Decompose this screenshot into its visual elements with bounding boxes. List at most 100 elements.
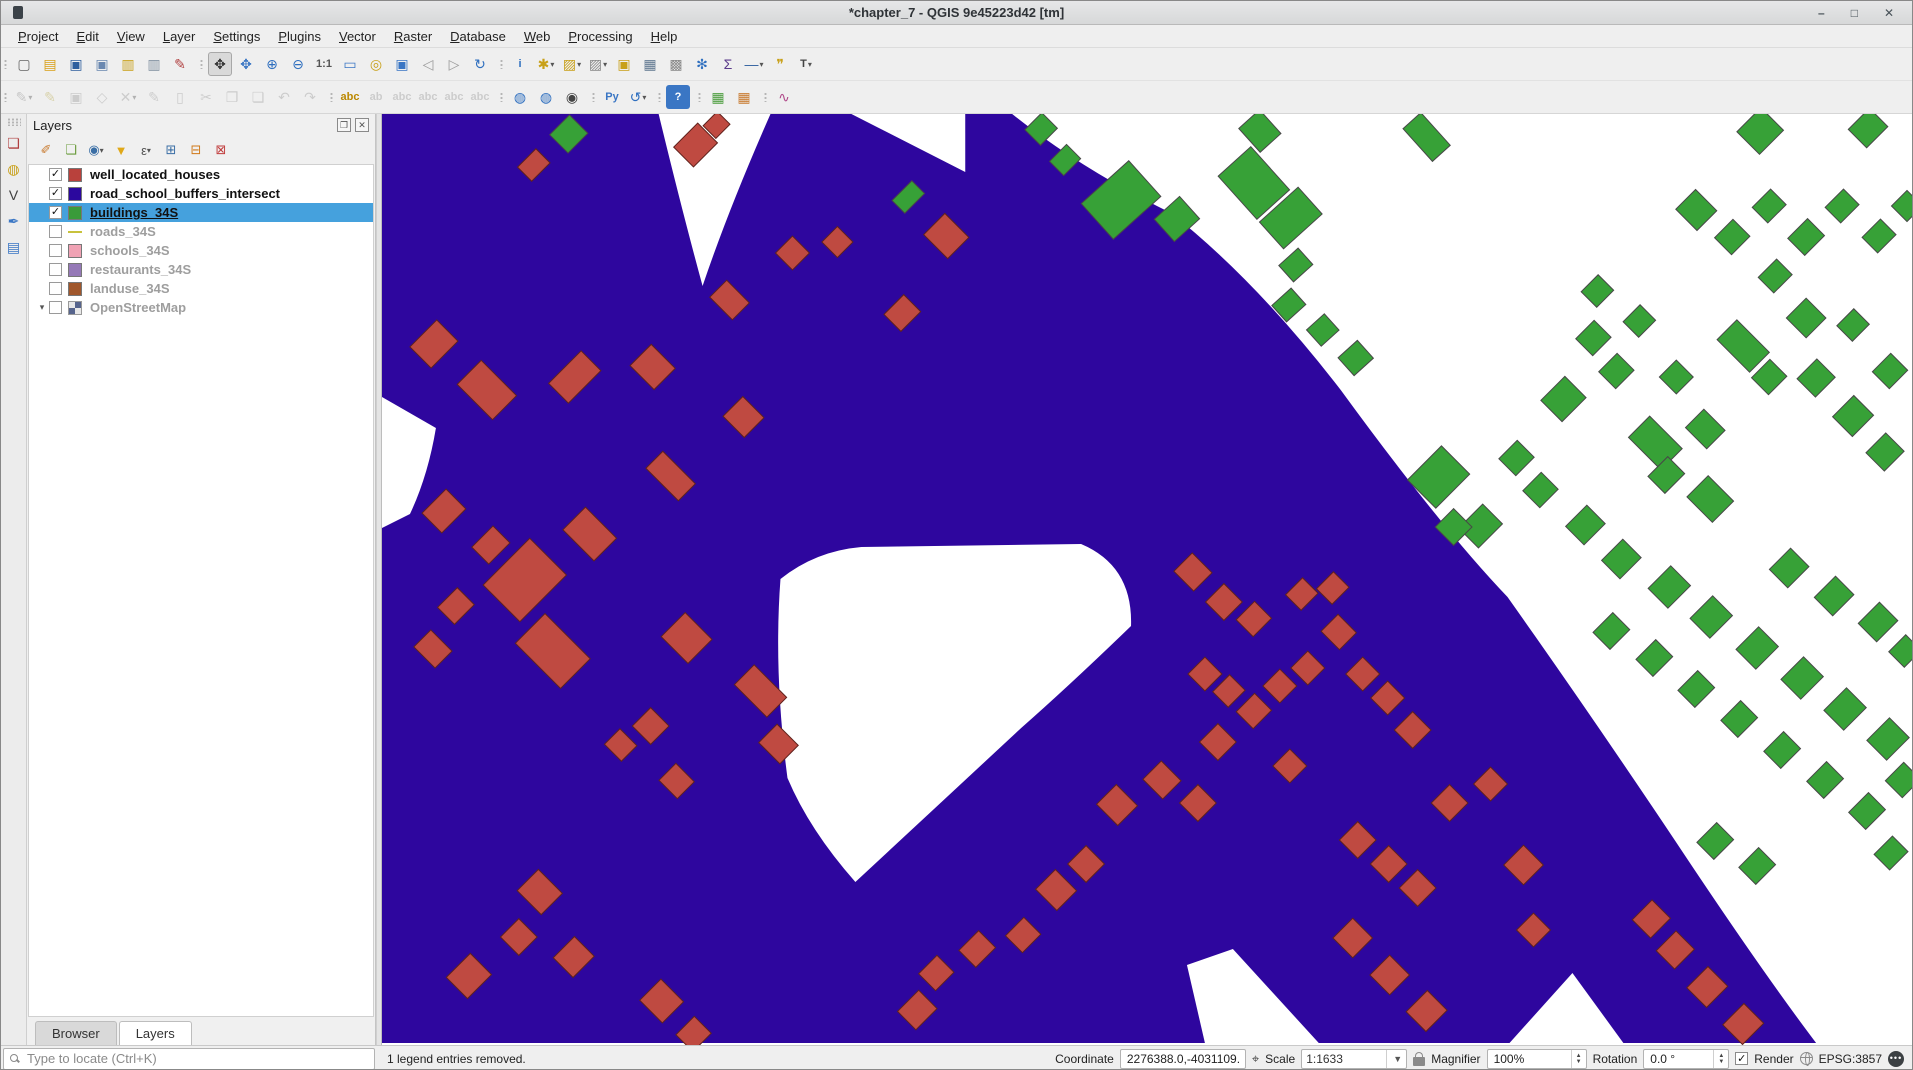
add-vector-layer-icon[interactable]: ◍	[3, 158, 25, 180]
layer-item-landuse_34S[interactable]: landuse_34S	[29, 279, 373, 298]
open-attribute-table-icon[interactable]: ▦	[638, 52, 662, 76]
coordinate-field[interactable]	[1120, 1049, 1246, 1069]
expand-all-icon[interactable]: ⊞	[160, 139, 182, 161]
zoom-in-icon[interactable]: ⊕	[260, 52, 284, 76]
measure-line-icon[interactable]: —▾	[742, 52, 766, 76]
zoom-full-icon[interactable]: ▭	[338, 52, 362, 76]
menu-plugins[interactable]: Plugins	[269, 27, 330, 46]
processing-history-icon[interactable]: ↺▾	[626, 85, 650, 109]
manage-map-themes-icon[interactable]: ◉▾	[85, 139, 107, 161]
map-canvas[interactable]	[382, 114, 1912, 1045]
zoom-to-selection-icon[interactable]: ◎	[364, 52, 388, 76]
tab-browser[interactable]: Browser	[35, 1021, 117, 1045]
layer-visibility-checkbox[interactable]	[49, 282, 62, 295]
locator-box[interactable]	[3, 1048, 375, 1070]
crs-button[interactable]: EPSG:3857	[1819, 1052, 1882, 1066]
layer-item-restaurants_34S[interactable]: restaurants_34S	[29, 260, 373, 279]
magnifier-spinbox[interactable]: ▲▼	[1487, 1049, 1587, 1069]
layer-labeling-icon[interactable]: abc	[338, 85, 362, 109]
chevron-down-icon[interactable]: ▼	[1386, 1050, 1402, 1068]
menu-help[interactable]: Help	[642, 27, 687, 46]
layer-item-buildings_34S[interactable]: ✓buildings_34S	[29, 203, 373, 222]
layer-item-road_school_buffers_intersect[interactable]: ✓road_school_buffers_intersect	[29, 184, 373, 203]
zoom-out-icon[interactable]: ⊖	[286, 52, 310, 76]
style-manager-icon[interactable]: ✎	[168, 52, 192, 76]
maximize-button[interactable]: □	[1851, 1, 1858, 25]
processing-toolbox-icon[interactable]: ✻	[690, 52, 714, 76]
layer-visibility-checkbox[interactable]: ✓	[49, 168, 62, 181]
profile-tool-icon[interactable]: ∿	[772, 85, 796, 109]
show-statistical-summary-icon[interactable]: Σ	[716, 52, 740, 76]
layer-visibility-checkbox[interactable]: ✓	[49, 206, 62, 219]
layer-item-well_located_houses[interactable]: ✓well_located_houses	[29, 165, 373, 184]
layer-visibility-checkbox[interactable]	[49, 225, 62, 238]
add-spatialite-layer-icon[interactable]: ✒	[3, 210, 25, 232]
menu-view[interactable]: View	[108, 27, 154, 46]
locator-input[interactable]	[25, 1050, 368, 1067]
expander-icon[interactable]: ▾	[35, 302, 49, 313]
panel-close-button[interactable]: ✕	[355, 118, 369, 132]
coordinate-input[interactable]	[1125, 1051, 1241, 1067]
filter-by-expression-icon[interactable]: ε▾	[135, 139, 157, 161]
metasearch-icon[interactable]: ◍	[508, 85, 532, 109]
add-wms-layer-icon[interactable]: ◍	[534, 85, 558, 109]
new-print-layout-icon[interactable]: ▥	[116, 52, 140, 76]
osm-place-search-icon[interactable]: ◉	[560, 85, 584, 109]
rotation-spinbox[interactable]: ▲▼	[1643, 1049, 1729, 1069]
filter-legend-icon[interactable]: ▼	[110, 139, 132, 161]
add-group-icon[interactable]: ❏	[60, 139, 82, 161]
close-button[interactable]: ✕	[1884, 1, 1894, 25]
lock-scale-icon[interactable]	[1413, 1057, 1425, 1066]
scale-combo[interactable]: 1:1633 ▼	[1301, 1049, 1407, 1069]
data-source-manager-icon[interactable]: ❏	[3, 132, 25, 154]
help-contents-icon[interactable]: ?	[666, 85, 690, 109]
minimize-button[interactable]: –	[1818, 1, 1825, 25]
menu-processing[interactable]: Processing	[559, 27, 641, 46]
open-layer-styling-icon[interactable]: ✐	[35, 139, 57, 161]
menu-edit[interactable]: Edit	[67, 27, 107, 46]
zoom-to-layer-icon[interactable]: ▣	[390, 52, 414, 76]
add-delimited-text-layer-icon[interactable]: V	[3, 184, 25, 206]
deselect-all-icon[interactable]: ▣	[612, 52, 636, 76]
panel-float-button[interactable]: ❐	[337, 118, 351, 132]
text-annotation-icon[interactable]: T▾	[794, 52, 818, 76]
select-features-icon[interactable]: ▨▾	[560, 52, 584, 76]
tab-layers[interactable]: Layers	[119, 1021, 192, 1045]
layer-item-schools_34S[interactable]: schools_34S	[29, 241, 373, 260]
menu-settings[interactable]: Settings	[204, 27, 269, 46]
open-project-icon[interactable]: ▤	[38, 52, 62, 76]
layer-item-OpenStreetMap[interactable]: ▾OpenStreetMap	[29, 298, 373, 317]
remove-layer-icon[interactable]: ⊠	[210, 139, 232, 161]
messages-button[interactable]: •••	[1888, 1051, 1904, 1067]
show-layout-manager-icon[interactable]: ▥	[142, 52, 166, 76]
pan-to-selection-icon[interactable]: ✥	[234, 52, 258, 76]
qgis2web-icon[interactable]: ▦	[732, 85, 756, 109]
pan-map-icon[interactable]: ✥	[208, 52, 232, 76]
new-project-icon[interactable]: ▢	[12, 52, 36, 76]
layer-visibility-checkbox[interactable]	[49, 301, 62, 314]
layer-visibility-checkbox[interactable]	[49, 244, 62, 257]
spinner-arrows-icon[interactable]: ▲▼	[1571, 1050, 1586, 1068]
menu-layer[interactable]: Layer	[154, 27, 205, 46]
collapse-all-icon[interactable]: ⊟	[185, 139, 207, 161]
menu-raster[interactable]: Raster	[385, 27, 441, 46]
quickmap-services-icon[interactable]: ▦	[706, 85, 730, 109]
magnifier-input[interactable]	[1492, 1051, 1558, 1067]
layer-item-roads_34S[interactable]: roads_34S	[29, 222, 373, 241]
menu-database[interactable]: Database	[441, 27, 515, 46]
zoom-native-icon[interactable]: 1:1	[312, 52, 336, 76]
refresh-map-icon[interactable]: ↻	[468, 52, 492, 76]
extents-toggle-icon[interactable]: ⌖	[1252, 1051, 1259, 1067]
rotation-input[interactable]	[1648, 1051, 1700, 1067]
save-project-as-icon[interactable]: ▣	[90, 52, 114, 76]
spinner-arrows-icon[interactable]: ▲▼	[1713, 1050, 1728, 1068]
python-console-icon[interactable]: Py	[600, 85, 624, 109]
identify-features-icon[interactable]: i	[508, 52, 532, 76]
map-tips-icon[interactable]: ❞	[768, 52, 792, 76]
save-project-icon[interactable]: ▣	[64, 52, 88, 76]
zoom-last-icon[interactable]: ◁	[416, 52, 440, 76]
add-postgis-layer-icon[interactable]: ▤	[3, 236, 25, 258]
select-by-expression-icon[interactable]: ▨▾	[586, 52, 610, 76]
toolbar-drag-handle[interactable]	[7, 118, 21, 126]
run-feature-action-icon[interactable]: ✱▾	[534, 52, 558, 76]
